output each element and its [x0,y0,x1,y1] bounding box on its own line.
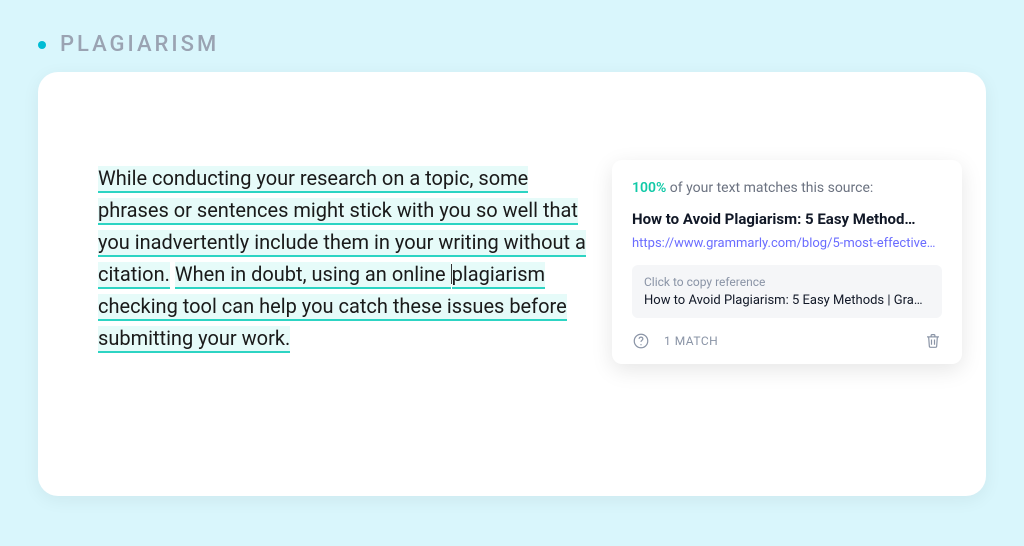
source-title[interactable]: How to Avoid Plagiarism: 5 Easy Method… [632,210,942,228]
highlighted-text[interactable]: phrases or sentences might stick with yo… [98,198,578,225]
card-footer-left: 1 MATCH [632,332,718,350]
bullet-icon [38,41,46,49]
highlighted-paragraph[interactable]: While conducting your research on a topi… [98,162,598,354]
section-title: PLAGIARISM [60,32,219,57]
match-percent: 100% [632,180,666,196]
match-count-label: 1 MATCH [664,334,718,348]
highlighted-text[interactable]: you inadvertently include them in your w… [98,230,586,257]
source-url[interactable]: https://www.grammarly.com/blog/5-most-ef… [632,236,942,251]
editor-content[interactable]: While conducting your research on a topi… [98,162,598,354]
highlighted-text[interactable]: submitting your work. [98,326,290,353]
reference-text: How to Avoid Plagiarism: 5 Easy Methods … [644,293,930,308]
highlighted-text[interactable]: While conducting your research on a topi… [98,166,528,193]
card-footer: 1 MATCH [632,332,942,350]
trash-icon[interactable] [924,332,942,350]
editor-panel: While conducting your research on a topi… [38,72,986,496]
match-summary-text: of your text matches this source: [666,180,873,196]
match-summary: 100% of your text matches this source: [632,180,942,196]
highlighted-text[interactable]: When in doubt, using an online [175,262,451,289]
highlighted-text[interactable]: plagiarism [452,262,545,289]
plagiarism-card: 100% of your text matches this source: H… [612,160,962,364]
reference-box[interactable]: Click to copy reference How to Avoid Pla… [632,265,942,318]
section-header: PLAGIARISM [38,32,219,57]
help-icon[interactable] [632,332,650,350]
highlighted-text[interactable]: citation. [98,262,170,289]
highlighted-text[interactable]: checking tool can help you catch these i… [98,294,567,321]
reference-label: Click to copy reference [644,275,930,289]
